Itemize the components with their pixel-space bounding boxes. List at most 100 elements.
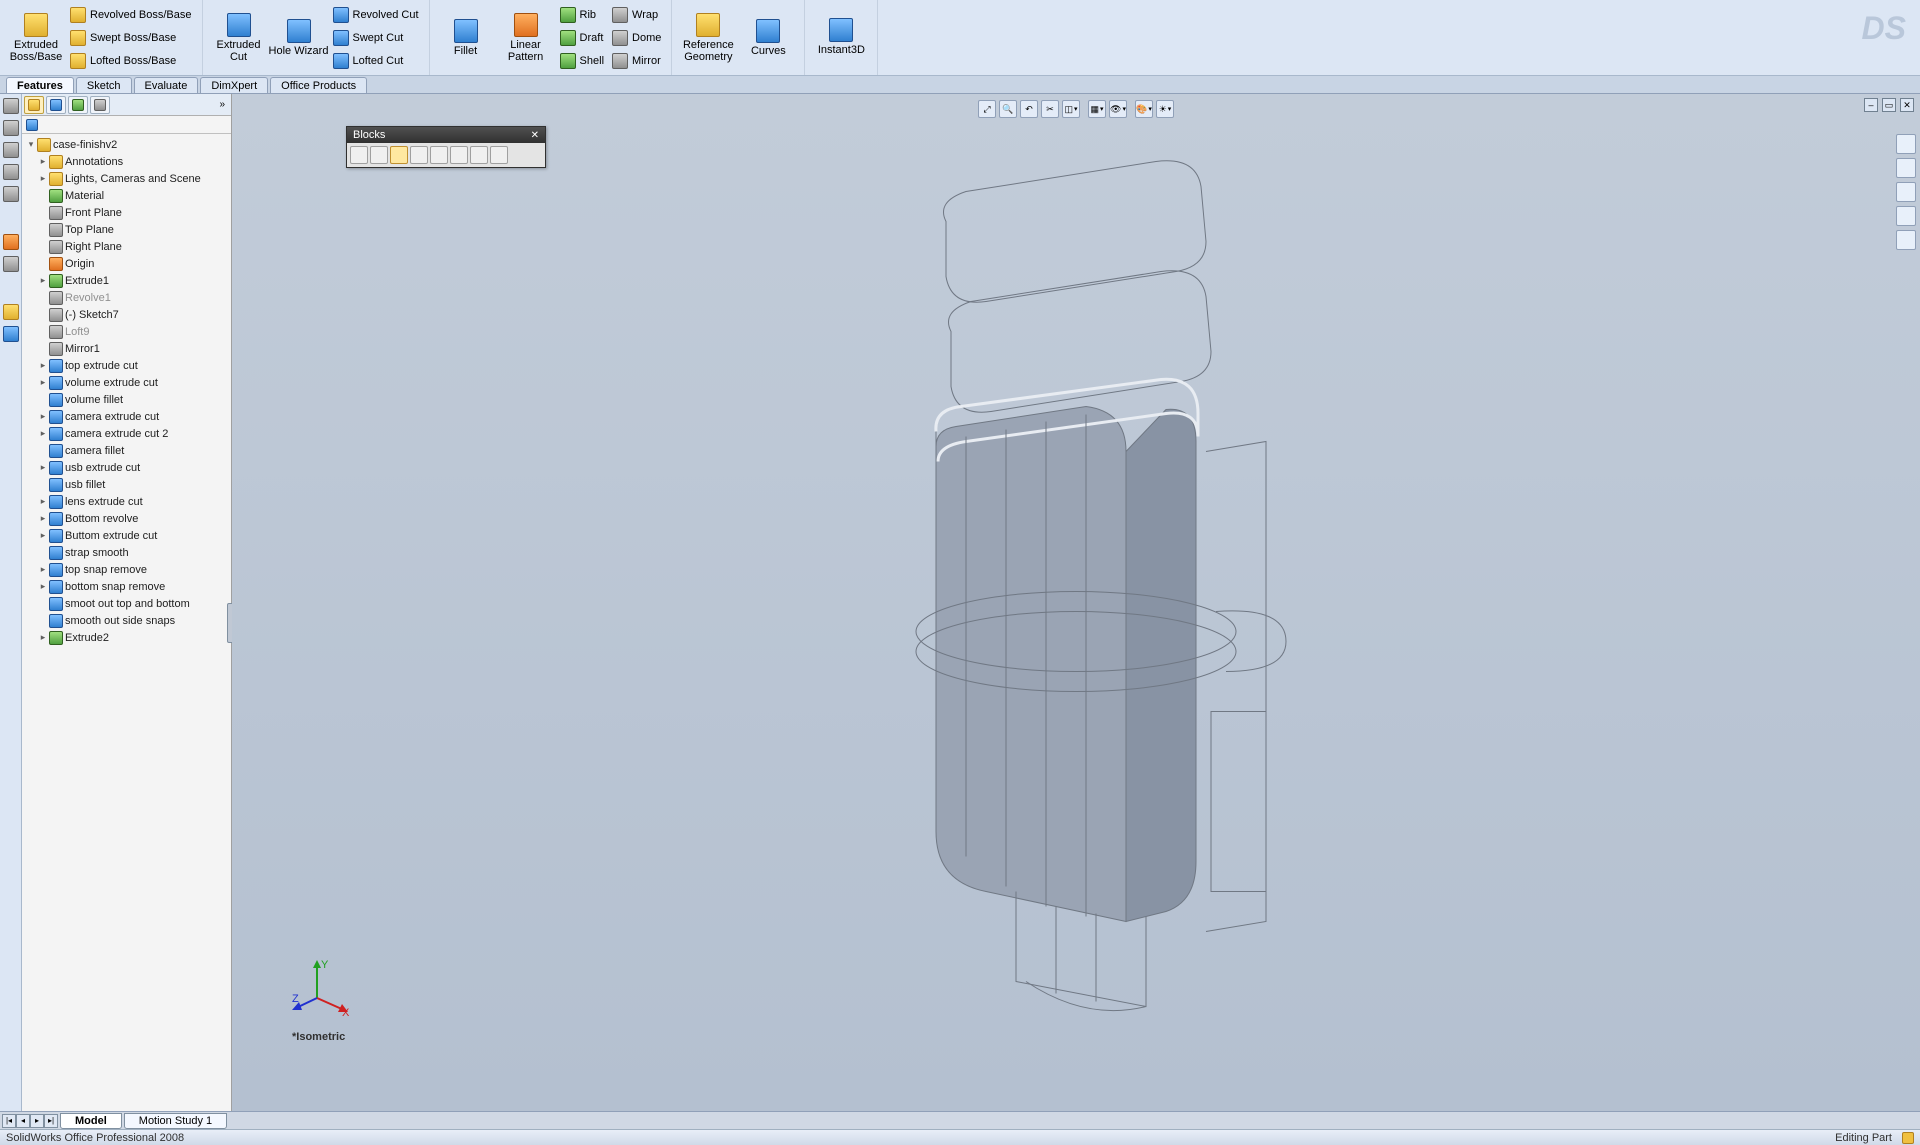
tree-tab-property[interactable]: [46, 96, 66, 114]
tree-item[interactable]: ▸top extrude cut: [24, 357, 231, 374]
tree-item[interactable]: Mirror1: [24, 340, 231, 357]
tree-item[interactable]: Top Plane: [24, 221, 231, 238]
graphics-viewport[interactable]: ⤢ 🔍 ↶ ✂ ◫ ▦ 👁 🎨 ☀ – ▭ ✕ Block: [232, 94, 1920, 1111]
bottom-nav-prev[interactable]: ◂: [16, 1114, 30, 1128]
vtool-icon-7[interactable]: [3, 256, 19, 272]
tree-tab-dimxpert[interactable]: [90, 96, 110, 114]
block-btn-3[interactable]: [390, 146, 408, 164]
revolved-cut-button[interactable]: Revolved Cut: [329, 4, 423, 26]
tree-item[interactable]: ▸volume extrude cut: [24, 374, 231, 391]
dome-button[interactable]: Dome: [608, 27, 665, 49]
curves-button[interactable]: Curves: [738, 2, 798, 74]
tree-item[interactable]: Revolve1: [24, 289, 231, 306]
tree-item[interactable]: volume fillet: [24, 391, 231, 408]
scene-button[interactable]: ☀: [1156, 100, 1174, 118]
tree-item[interactable]: smooth out side snaps: [24, 612, 231, 629]
mirror-button[interactable]: Mirror: [608, 50, 665, 72]
tree-item[interactable]: Material: [24, 187, 231, 204]
vtool-icon-5[interactable]: [3, 186, 19, 202]
blocks-close-button[interactable]: ✕: [531, 130, 539, 141]
tab-office-products[interactable]: Office Products: [270, 77, 367, 93]
vtool-icon-6[interactable]: [3, 234, 19, 250]
tree-item[interactable]: Front Plane: [24, 204, 231, 221]
swept-cut-button[interactable]: Swept Cut: [329, 27, 423, 49]
block-btn-2[interactable]: [370, 146, 388, 164]
block-btn-7[interactable]: [470, 146, 488, 164]
reference-geometry-button[interactable]: Reference Geometry: [678, 2, 738, 74]
tree-item[interactable]: ▸Extrude2: [24, 629, 231, 646]
tree-item[interactable]: Loft9: [24, 323, 231, 340]
tree-item[interactable]: ▸usb extrude cut: [24, 459, 231, 476]
tree-item[interactable]: ▸Bottom revolve: [24, 510, 231, 527]
tree-item[interactable]: ▸top snap remove: [24, 561, 231, 578]
linear-pattern-button[interactable]: Linear Pattern: [496, 2, 556, 74]
bottom-nav-first[interactable]: |◂: [2, 1114, 16, 1128]
bottom-nav-next[interactable]: ▸: [30, 1114, 44, 1128]
instant3d-button[interactable]: Instant3D: [811, 2, 871, 73]
rib-button[interactable]: Rib: [556, 4, 608, 26]
swept-boss-button[interactable]: Swept Boss/Base: [66, 27, 196, 49]
blocks-titlebar[interactable]: Blocks ✕: [347, 127, 545, 143]
tree-item[interactable]: Right Plane: [24, 238, 231, 255]
block-btn-5[interactable]: [430, 146, 448, 164]
vtool-icon-8[interactable]: [3, 304, 19, 320]
extruded-cut-button[interactable]: Extruded Cut: [209, 2, 269, 74]
hide-show-button[interactable]: 👁: [1109, 100, 1127, 118]
zoom-area-button[interactable]: 🔍: [999, 100, 1017, 118]
block-btn-1[interactable]: [350, 146, 368, 164]
bottom-tab-motion[interactable]: Motion Study 1: [124, 1113, 227, 1129]
taskpane-appearances[interactable]: [1896, 230, 1916, 250]
appearance-button[interactable]: 🎨: [1135, 100, 1153, 118]
shell-button[interactable]: Shell: [556, 50, 608, 72]
bottom-nav-last[interactable]: ▸|: [44, 1114, 58, 1128]
vtool-icon-3[interactable]: [3, 142, 19, 158]
wrap-button[interactable]: Wrap: [608, 4, 665, 26]
tab-evaluate[interactable]: Evaluate: [134, 77, 199, 93]
tree-item[interactable]: ▸Lights, Cameras and Scene: [24, 170, 231, 187]
zoom-fit-button[interactable]: ⤢: [978, 100, 996, 118]
tree-item[interactable]: ▸camera extrude cut 2: [24, 425, 231, 442]
section-view-button[interactable]: ✂: [1041, 100, 1059, 118]
tree-item[interactable]: ▸Extrude1: [24, 272, 231, 289]
tree-item[interactable]: smoot out top and bottom: [24, 595, 231, 612]
draft-button[interactable]: Draft: [556, 27, 608, 49]
tree-item[interactable]: ▸lens extrude cut: [24, 493, 231, 510]
block-btn-6[interactable]: [450, 146, 468, 164]
display-style-button[interactable]: ▦: [1088, 100, 1106, 118]
tree-item[interactable]: ▸Annotations: [24, 153, 231, 170]
tree-item[interactable]: camera fillet: [24, 442, 231, 459]
vtool-icon-1[interactable]: [3, 98, 19, 114]
tree-expand-button[interactable]: »: [215, 99, 229, 110]
vtool-icon-4[interactable]: [3, 164, 19, 180]
taskpane-design-library[interactable]: [1896, 158, 1916, 178]
blocks-toolbar-window[interactable]: Blocks ✕: [346, 126, 546, 168]
bottom-tab-model[interactable]: Model: [60, 1113, 122, 1129]
tree-item[interactable]: ▸camera extrude cut: [24, 408, 231, 425]
hole-wizard-button[interactable]: Hole Wizard: [269, 2, 329, 74]
vtool-icon-2[interactable]: [3, 120, 19, 136]
lofted-cut-button[interactable]: Lofted Cut: [329, 50, 423, 72]
tab-sketch[interactable]: Sketch: [76, 77, 132, 93]
tree-item[interactable]: ▸bottom snap remove: [24, 578, 231, 595]
taskpane-view-palette[interactable]: [1896, 206, 1916, 226]
block-btn-8[interactable]: [490, 146, 508, 164]
tree-item[interactable]: (-) Sketch7: [24, 306, 231, 323]
lofted-boss-button[interactable]: Lofted Boss/Base: [66, 50, 196, 72]
taskpane-home[interactable]: [1896, 134, 1916, 154]
filter-icon[interactable]: [26, 119, 38, 131]
orientation-triad[interactable]: Y X Z: [292, 958, 352, 1021]
revolved-boss-button[interactable]: Revolved Boss/Base: [66, 4, 196, 26]
tree-item[interactable]: Origin: [24, 255, 231, 272]
vtool-icon-9[interactable]: [3, 326, 19, 342]
viewport-minimize[interactable]: –: [1864, 98, 1878, 112]
tree-root[interactable]: ▾ case-finishv2: [24, 136, 231, 153]
taskpane-file-explorer[interactable]: [1896, 182, 1916, 202]
tree-item[interactable]: ▸Buttom extrude cut: [24, 527, 231, 544]
view-orientation-button[interactable]: ◫: [1062, 100, 1080, 118]
tab-features[interactable]: Features: [6, 77, 74, 93]
status-icon[interactable]: [1902, 1132, 1914, 1144]
feature-tree[interactable]: ▾ case-finishv2 ▸Annotations▸Lights, Cam…: [22, 134, 231, 1111]
tab-dimxpert[interactable]: DimXpert: [200, 77, 268, 93]
tree-item[interactable]: strap smooth: [24, 544, 231, 561]
tree-tab-config[interactable]: [68, 96, 88, 114]
